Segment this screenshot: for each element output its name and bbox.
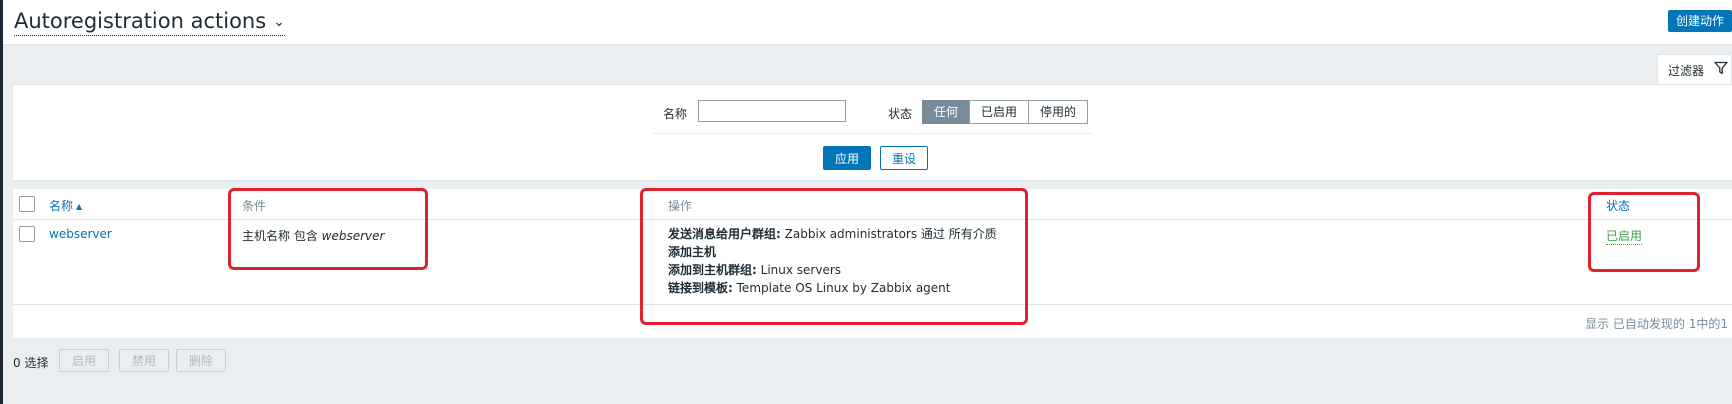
page-title[interactable]: Autoregistration actions ⌄	[14, 9, 285, 36]
disable-button[interactable]: 禁用	[119, 349, 169, 372]
column-header-name[interactable]: 名称 ▲	[49, 197, 82, 214]
table-footer-count: 显示 已自动发现的 1中的1	[1585, 317, 1728, 331]
status-disabled-option[interactable]: 停用的	[1028, 100, 1088, 124]
apply-button[interactable]: 应用	[823, 146, 871, 170]
annotation-box-operations	[640, 188, 1028, 325]
reset-button[interactable]: 重设	[880, 146, 928, 170]
selected-count: 0 选择	[13, 356, 49, 370]
column-header-name-label: 名称	[49, 199, 74, 213]
annotation-box-conditions	[228, 188, 428, 270]
enable-button[interactable]: 启用	[59, 349, 109, 372]
filter-icon	[1714, 61, 1728, 75]
create-action-button[interactable]: 创建动作	[1668, 10, 1732, 32]
page-title-text: Autoregistration actions	[14, 9, 267, 33]
filter-status-label: 状态	[888, 107, 913, 121]
filter-name-input[interactable]	[698, 100, 846, 122]
status-enabled-option[interactable]: 已启用	[969, 100, 1029, 124]
filter-name-label: 名称	[663, 107, 688, 121]
select-all-checkbox[interactable]	[19, 196, 35, 212]
left-edge-strip	[0, 0, 3, 404]
delete-button[interactable]: 删除	[176, 349, 226, 372]
filter-divider	[653, 133, 1093, 134]
row-checkbox[interactable]	[19, 226, 35, 242]
sort-asc-icon: ▲	[76, 202, 83, 211]
action-name-link[interactable]: webserver	[49, 227, 112, 241]
chevron-down-icon: ⌄	[273, 14, 285, 30]
filter-panel: 名称 状态 任何 已启用 停用的 应用 重设	[13, 84, 1732, 181]
filter-status-segmented: 任何 已启用 停用的	[922, 100, 1088, 124]
filter-tab[interactable]: 过滤器	[1657, 54, 1732, 84]
page-header: Autoregistration actions ⌄ 创建动作	[3, 0, 1732, 45]
status-any-option[interactable]: 任何	[922, 100, 970, 124]
annotation-box-status	[1588, 192, 1700, 272]
filter-tab-label: 过滤器	[1668, 64, 1705, 78]
